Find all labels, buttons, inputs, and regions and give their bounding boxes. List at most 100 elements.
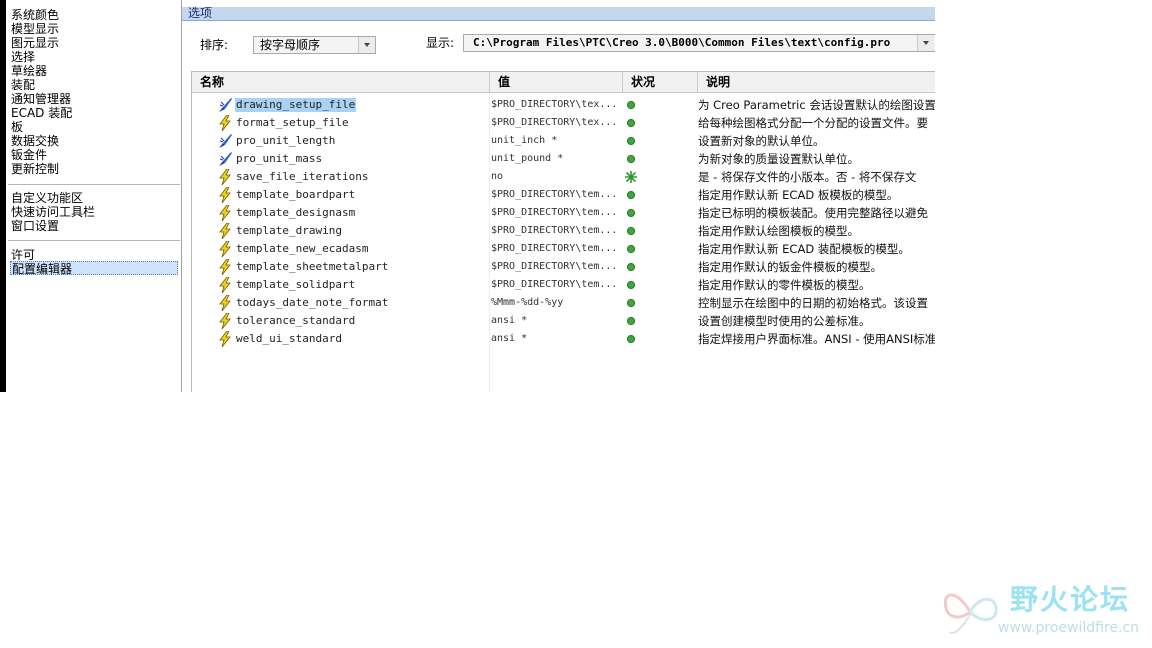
lightning-icon bbox=[218, 312, 232, 330]
sidebar-item-sheetmetal[interactable]: 钣金件 bbox=[11, 148, 47, 162]
table-row[interactable]: pro_unit_mass unit_pound * 为新对象的质量设置默认单位。 bbox=[192, 150, 935, 168]
show-file-dropdown[interactable]: C:\Program Files\PTC\Creo 3.0\B000\Commo… bbox=[463, 34, 935, 52]
sidebar-item-system-colors[interactable]: 系统颜色 bbox=[11, 8, 59, 22]
table-row[interactable]: format_setup_file $PRO_DIRECTORY\tex... 给每… bbox=[192, 114, 935, 132]
option-name[interactable]: template_drawing bbox=[235, 224, 343, 238]
option-name[interactable]: template_new_ecadasm bbox=[235, 242, 369, 256]
option-description: 给每种绘图格式分配一个分配的设置文件。要 bbox=[698, 116, 928, 130]
table-row[interactable]: template_drawing $PRO_DIRECTORY\tem... 指定用… bbox=[192, 222, 935, 240]
options-sidebar: 系统颜色 模型显示 图元显示 选择 草绘器 装配 通知管理器 ECAD 装配 板… bbox=[6, 0, 182, 392]
option-name[interactable]: template_sheetmetalpart bbox=[235, 260, 389, 274]
sidebar-item-update-control[interactable]: 更新控制 bbox=[11, 162, 59, 176]
option-value[interactable]: %Mmm-%dd-%yy bbox=[491, 296, 563, 310]
column-header-name[interactable]: 名称 bbox=[192, 72, 490, 92]
table-row[interactable]: tolerance_standard ansi * 设置创建模型时使用的公差标准。 bbox=[192, 312, 935, 330]
status-ok-icon bbox=[624, 278, 638, 292]
creo-options-window: 系统颜色 模型显示 图元显示 选择 草绘器 装配 通知管理器 ECAD 装配 板… bbox=[0, 0, 935, 392]
lightning-icon bbox=[218, 186, 232, 204]
column-header-status[interactable]: 状况 bbox=[623, 72, 698, 92]
option-value[interactable]: $PRO_DIRECTORY\tex... bbox=[491, 116, 617, 130]
sidebar-item-ecad-assembly[interactable]: ECAD 装配 bbox=[11, 106, 72, 120]
sort-label: 排序: bbox=[200, 38, 229, 52]
table-row[interactable]: template_sheetmetalpart $PRO_DIRECTORY\te… bbox=[192, 258, 935, 276]
option-name[interactable]: tolerance_standard bbox=[235, 314, 356, 328]
status-ok-icon bbox=[624, 188, 638, 202]
table-row[interactable]: template_boardpart $PRO_DIRECTORY\tem... 指… bbox=[192, 186, 935, 204]
show-file-dropdown-value: C:\Program Files\PTC\Creo 3.0\B000\Commo… bbox=[473, 36, 891, 49]
lightning-icon bbox=[218, 258, 232, 276]
config-editor-panel: 选项 排序: 按字母顺序 显示: C:\Program Files\PTC\Cr… bbox=[182, 0, 935, 392]
table-row[interactable]: drawing_setup_file $PRO_DIRECTORY\tex... 为… bbox=[192, 96, 935, 114]
option-description: 指定焊接用户界面标准。ANSI - 使用ANSI标准 bbox=[698, 332, 935, 346]
option-description: 为 Creo Parametric 会话设置默认的绘图设置 bbox=[698, 98, 935, 112]
sidebar-item-model-display[interactable]: 模型显示 bbox=[11, 22, 59, 36]
option-description: 指定已标明的模板装配。使用完整路径以避免 bbox=[698, 206, 928, 220]
sidebar-item-config-editor[interactable]: 配置编辑器 bbox=[10, 261, 178, 276]
option-description: 设置创建模型时使用的公差标准。 bbox=[698, 314, 871, 328]
option-name[interactable]: pro_unit_length bbox=[235, 134, 336, 148]
option-name[interactable]: save_file_iterations bbox=[235, 170, 369, 184]
lightning-icon bbox=[218, 204, 232, 222]
option-description: 为新对象的质量设置默认单位。 bbox=[698, 152, 859, 166]
option-name[interactable]: template_boardpart bbox=[235, 188, 356, 202]
option-description: 指定用作默认的钣金件模板的模型。 bbox=[698, 260, 882, 274]
status-ok-icon bbox=[624, 152, 638, 166]
option-description: 指定用作默认新 ECAD 板模板的模型。 bbox=[698, 188, 899, 202]
sidebar-item-sketcher[interactable]: 草绘器 bbox=[11, 64, 47, 78]
sidebar-item-selection[interactable]: 选择 bbox=[11, 50, 35, 64]
table-row[interactable]: pro_unit_length unit_inch * 设置新对象的默认单位。 bbox=[192, 132, 935, 150]
sidebar-item-assembly[interactable]: 装配 bbox=[11, 78, 35, 92]
sidebar-item-board[interactable]: 板 bbox=[11, 120, 23, 134]
option-value[interactable]: no bbox=[491, 170, 503, 184]
brush-icon bbox=[218, 151, 232, 167]
sidebar-item-quick-access-toolbar[interactable]: 快速访问工具栏 bbox=[11, 205, 95, 219]
table-row[interactable]: template_designasm $PRO_DIRECTORY\tem... 指… bbox=[192, 204, 935, 222]
option-description: 控制显示在绘图中的日期的初始格式。该设置 bbox=[698, 296, 928, 310]
status-changed-icon bbox=[624, 170, 638, 184]
sort-dropdown-value: 按字母顺序 bbox=[260, 38, 321, 52]
table-row[interactable]: weld_ui_standard ansi * 指定焊接用户界面标准。ANSI - … bbox=[192, 330, 935, 348]
sidebar-item-data-exchange[interactable]: 数据交换 bbox=[11, 134, 59, 148]
sidebar-item-notification-center[interactable]: 通知管理器 bbox=[11, 92, 71, 106]
table-row[interactable]: template_new_ecadasm $PRO_DIRECTORY\tem..… bbox=[192, 240, 935, 258]
status-ok-icon bbox=[624, 314, 638, 328]
sidebar-item-customize-ribbon[interactable]: 自定义功能区 bbox=[11, 191, 83, 205]
column-header-value[interactable]: 值 bbox=[490, 72, 623, 92]
option-value[interactable]: $PRO_DIRECTORY\tex... bbox=[491, 98, 617, 112]
option-description: 是 - 将保存文件的小版本。否 - 将不保存文 bbox=[698, 170, 917, 184]
option-value[interactable]: unit_pound * bbox=[491, 152, 563, 166]
option-value[interactable]: ansi * bbox=[491, 314, 527, 328]
option-name[interactable]: todays_date_note_format bbox=[235, 296, 389, 310]
sidebar-item-license[interactable]: 许可 bbox=[11, 248, 35, 262]
lightning-icon bbox=[218, 114, 232, 132]
brush-icon bbox=[218, 97, 232, 113]
option-name[interactable]: drawing_setup_file bbox=[235, 98, 357, 112]
option-name[interactable]: template_designasm bbox=[235, 206, 356, 220]
status-ok-icon bbox=[624, 98, 638, 112]
chevron-down-icon[interactable] bbox=[358, 37, 375, 53]
sidebar-item-window-settings[interactable]: 窗口设置 bbox=[11, 219, 59, 233]
sidebar-item-entity-display[interactable]: 图元显示 bbox=[11, 36, 59, 50]
lightning-icon bbox=[218, 276, 232, 294]
option-value[interactable]: $PRO_DIRECTORY\tem... bbox=[491, 278, 617, 292]
status-ok-icon bbox=[624, 116, 638, 130]
option-value[interactable]: $PRO_DIRECTORY\tem... bbox=[491, 206, 617, 220]
option-value[interactable]: $PRO_DIRECTORY\tem... bbox=[491, 260, 617, 274]
option-value[interactable]: unit_inch * bbox=[491, 134, 557, 148]
lightning-icon bbox=[218, 294, 232, 312]
option-value[interactable]: ansi * bbox=[491, 332, 527, 346]
sort-dropdown[interactable]: 按字母顺序 bbox=[253, 36, 376, 54]
option-value[interactable]: $PRO_DIRECTORY\tem... bbox=[491, 242, 617, 256]
table-row[interactable]: template_solidpart $PRO_DIRECTORY\tem... 指… bbox=[192, 276, 935, 294]
option-name[interactable]: format_setup_file bbox=[235, 116, 350, 130]
option-value[interactable]: $PRO_DIRECTORY\tem... bbox=[491, 224, 617, 238]
option-name[interactable]: weld_ui_standard bbox=[235, 332, 343, 346]
column-header-description[interactable]: 说明 bbox=[698, 72, 935, 92]
butterfly-logo-icon bbox=[943, 593, 998, 634]
option-name[interactable]: template_solidpart bbox=[235, 278, 356, 292]
chevron-down-icon[interactable] bbox=[917, 35, 934, 51]
option-value[interactable]: $PRO_DIRECTORY\tem... bbox=[491, 188, 617, 202]
option-name[interactable]: pro_unit_mass bbox=[235, 152, 323, 166]
table-row[interactable]: todays_date_note_format %Mmm-%dd-%yy 控制显示在… bbox=[192, 294, 935, 312]
table-row[interactable]: save_file_iterations no 是 - 将保存文件的小版本。否 - … bbox=[192, 168, 935, 186]
